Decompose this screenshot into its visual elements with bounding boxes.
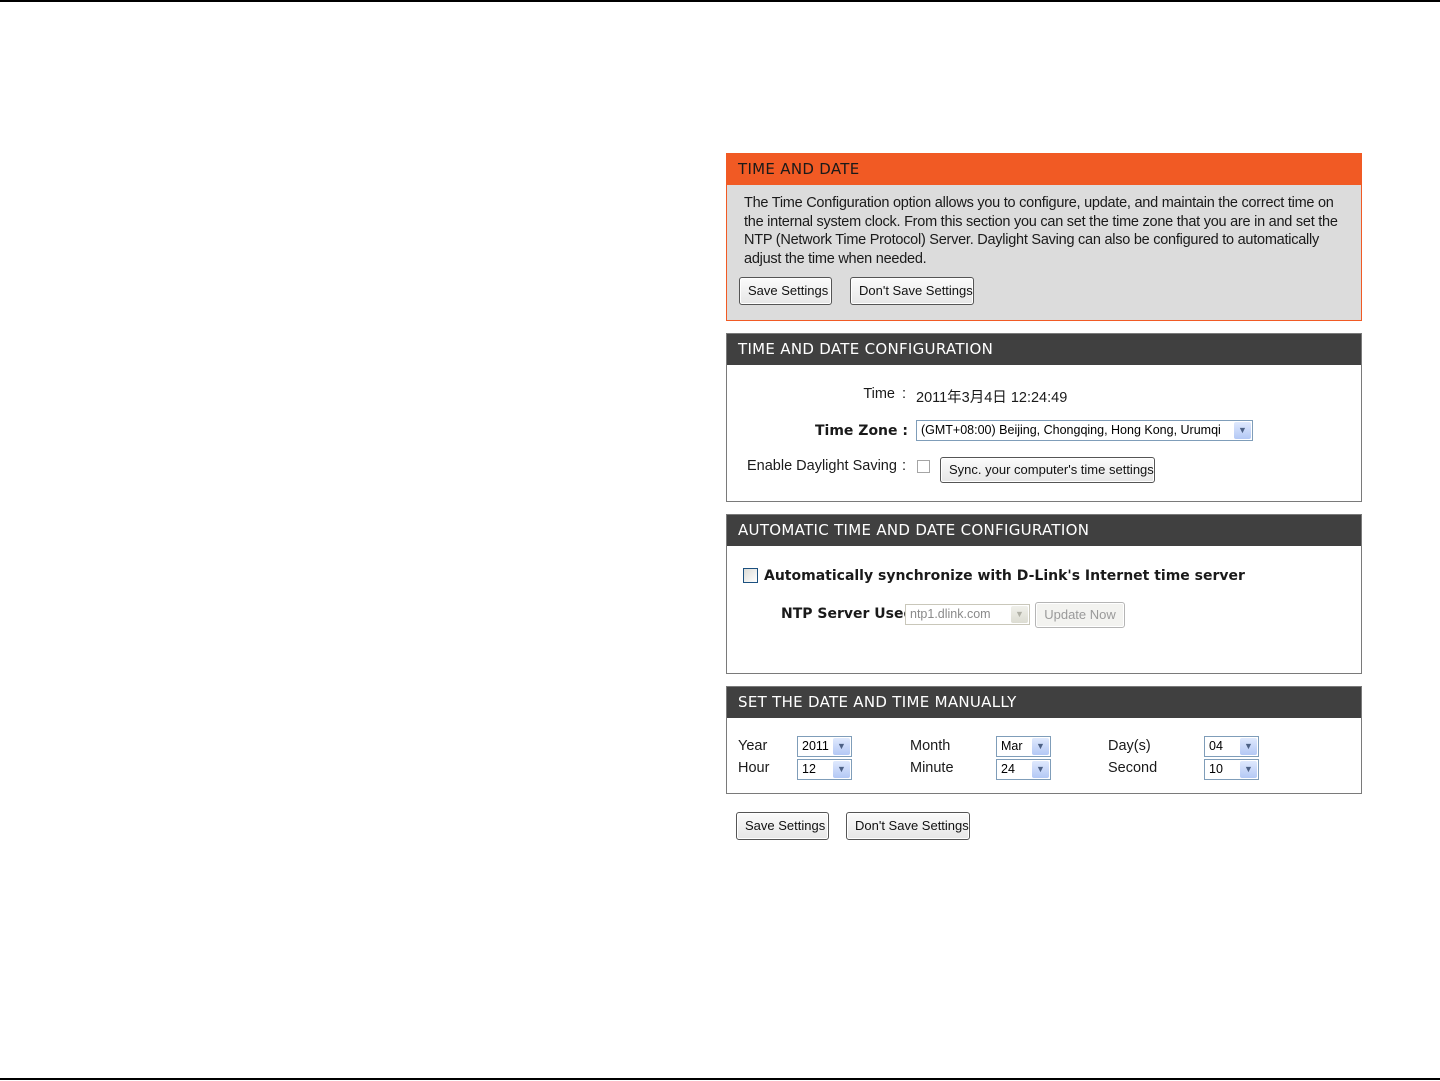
second-select[interactable]: 10 ▼ — [1204, 759, 1259, 780]
year-select[interactable]: 2011 ▼ — [797, 736, 852, 757]
hour-select[interactable]: 12 ▼ — [797, 759, 852, 780]
daylight-separator: : — [902, 458, 907, 474]
chevron-down-icon: ▼ — [1032, 738, 1049, 755]
minute-label: Minute — [910, 760, 954, 776]
chevron-down-icon: ▼ — [1011, 606, 1028, 623]
time-label: Time — [863, 386, 895, 402]
footer-save-settings-button[interactable]: Save Settings — [736, 812, 829, 840]
ntp-server-value: ntp1.dlink.com — [910, 607, 991, 621]
auto-config-panel: AUTOMATIC TIME AND DATE CONFIGURATION Au… — [726, 514, 1362, 674]
update-now-button[interactable]: Update Now — [1035, 602, 1125, 628]
month-label: Month — [910, 738, 951, 754]
chevron-down-icon: ▼ — [1240, 738, 1257, 755]
top-rule — [0, 0, 1440, 2]
time-separator: : — [902, 386, 907, 402]
time-value: 2011年3月4日 12:24:49 — [916, 390, 1068, 406]
intro-description: The Time Configuration option allows you… — [744, 195, 1338, 267]
chevron-down-icon: ▼ — [833, 761, 850, 778]
sync-computer-time-button[interactable]: Sync. your computer's time settings — [940, 457, 1155, 483]
chevron-down-icon: ▼ — [1234, 422, 1251, 439]
day-label: Day(s) — [1108, 738, 1151, 754]
timezone-select[interactable]: (GMT+08:00) Beijing, Chongqing, Hong Kon… — [916, 420, 1253, 441]
minute-select[interactable]: 24 ▼ — [996, 759, 1051, 780]
auto-config-title: AUTOMATIC TIME AND DATE CONFIGURATION — [727, 515, 1361, 546]
timezone-label: Time Zone : — [814, 423, 908, 439]
hour-value: 12 — [802, 762, 816, 776]
chevron-down-icon: ▼ — [1032, 761, 1049, 778]
second-value: 10 — [1209, 762, 1223, 776]
manual-config-title: SET THE DATE AND TIME MANUALLY — [727, 687, 1361, 718]
timezone-value: (GMT+08:00) Beijing, Chongqing, Hong Kon… — [921, 423, 1221, 437]
manual-config-panel: SET THE DATE AND TIME MANUALLY Year 2011… — [726, 686, 1362, 794]
auto-sync-label: Automatically synchronize with D-Link's … — [764, 568, 1245, 584]
year-label: Year — [738, 738, 768, 754]
daylight-saving-checkbox[interactable] — [917, 460, 930, 473]
dont-save-settings-button[interactable]: Don't Save Settings — [850, 277, 974, 305]
save-settings-button[interactable]: Save Settings — [739, 277, 832, 305]
minute-value: 24 — [1001, 762, 1015, 776]
bottom-rule — [0, 1078, 1440, 1080]
chevron-down-icon: ▼ — [833, 738, 850, 755]
intro-title: TIME AND DATE — [727, 154, 1361, 185]
daylight-label: Enable Daylight Saving — [747, 458, 897, 474]
ntp-server-label: NTP Server Used : — [781, 606, 924, 622]
config-panel: TIME AND DATE CONFIGURATION Time : 2011年… — [726, 333, 1362, 502]
year-value: 2011 — [802, 739, 829, 753]
ntp-server-select[interactable]: ntp1.dlink.com ▼ — [905, 604, 1030, 625]
hour-label: Hour — [738, 760, 770, 776]
day-value: 04 — [1209, 739, 1223, 753]
second-label: Second — [1108, 760, 1158, 776]
month-select[interactable]: Mar ▼ — [996, 736, 1051, 757]
day-select[interactable]: 04 ▼ — [1204, 736, 1259, 757]
month-value: Mar — [1001, 739, 1023, 753]
footer-dont-save-settings-button[interactable]: Don't Save Settings — [846, 812, 970, 840]
auto-sync-checkbox[interactable] — [743, 568, 758, 583]
config-title: TIME AND DATE CONFIGURATION — [727, 334, 1361, 365]
intro-panel: TIME AND DATE The Time Configuration opt… — [726, 153, 1362, 321]
chevron-down-icon: ▼ — [1240, 761, 1257, 778]
